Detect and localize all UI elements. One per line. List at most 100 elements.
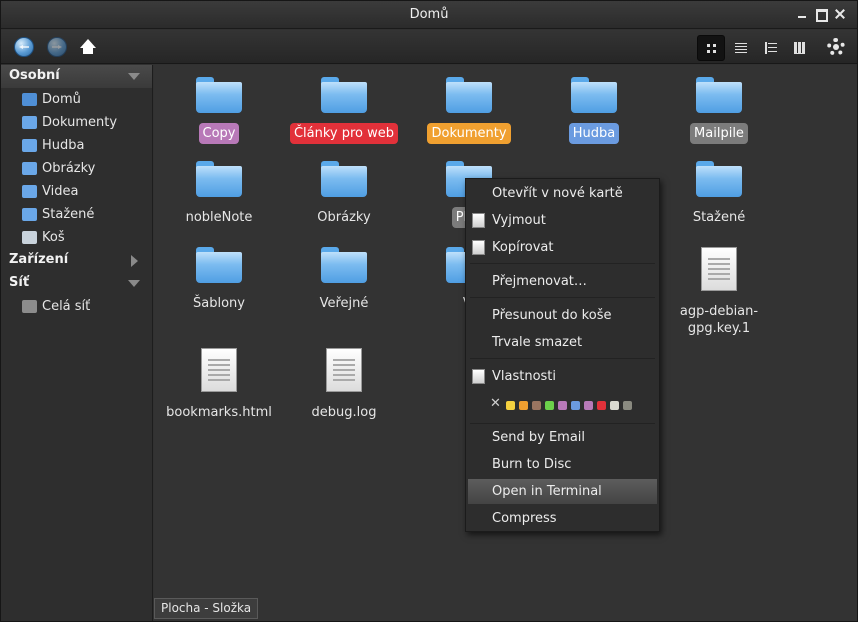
list-view-button[interactable] — [727, 35, 755, 61]
personal-item[interactable]: Hudba — [1, 134, 152, 157]
section-network-label: Síť — [9, 275, 30, 290]
folder-icon — [321, 77, 367, 113]
menu-separator — [470, 297, 655, 298]
file-item[interactable]: bookmarks.html — [161, 348, 277, 423]
color-swatch[interactable] — [558, 401, 567, 410]
column-view-button[interactable] — [787, 35, 815, 61]
folder-item[interactable]: Dokumenty — [411, 77, 527, 144]
section-devices-label: Zařízení — [9, 252, 69, 267]
personal-item[interactable]: Obrázky — [1, 157, 152, 180]
file-name-label: agp-debian-gpg.key.1 — [676, 301, 762, 339]
folder-icon — [321, 247, 367, 283]
folder-item[interactable]: Šablony — [161, 247, 277, 314]
menu-send-by-email[interactable]: Send by Email — [466, 425, 659, 450]
color-swatch[interactable] — [545, 401, 554, 410]
menu-compress[interactable]: Compress — [466, 506, 659, 531]
folder-item[interactable]: nobleNote — [161, 161, 277, 228]
document-icon — [201, 348, 237, 392]
folder-icon — [196, 247, 242, 283]
personal-item[interactable]: Videa — [1, 180, 152, 203]
documents-icon — [22, 116, 37, 129]
file-name-label: Dokumenty — [427, 123, 511, 144]
file-name-label: Články pro web — [289, 123, 399, 144]
folder-item[interactable]: Copy — [161, 77, 277, 144]
network-item[interactable]: Celá síť — [1, 295, 152, 318]
color-swatch[interactable] — [519, 401, 528, 410]
folder-item[interactable]: Obrázky — [286, 161, 402, 228]
file-name-line: agp-debian- — [679, 304, 759, 319]
network-item-label: Celá síť — [42, 299, 91, 314]
cut-icon — [472, 213, 485, 228]
color-swatch[interactable] — [584, 401, 593, 410]
forward-icon[interactable] — [47, 37, 67, 57]
folder-item[interactable]: Mailpile — [661, 77, 777, 144]
menu-move-to-trash[interactable]: Přesunout do koše — [466, 303, 659, 328]
network-icon — [22, 300, 37, 313]
personal-item-label: Videa — [42, 184, 79, 199]
menu-rename[interactable]: Přejmenovat… — [466, 269, 659, 294]
section-personal[interactable]: Osobní — [1, 65, 152, 88]
properties-icon — [472, 369, 485, 384]
icon-view-button[interactable] — [697, 35, 725, 61]
personal-item-label: Obrázky — [42, 161, 96, 176]
toolbar — [1, 30, 857, 64]
menu-properties-label: Vlastnosti — [492, 369, 557, 384]
file-name-label: Šablony — [193, 296, 245, 311]
menu-burn-to-disc[interactable]: Burn to Disc — [466, 452, 659, 477]
back-icon[interactable] — [14, 37, 34, 57]
color-swatch[interactable] — [610, 401, 619, 410]
section-devices[interactable]: Zařízení — [1, 249, 152, 272]
document-icon — [326, 348, 362, 392]
personal-item[interactable]: Domů — [1, 88, 152, 111]
pictures-icon — [22, 162, 37, 175]
window-title: Domů — [409, 7, 449, 22]
menu-open-in-terminal[interactable]: Open in Terminal — [468, 479, 657, 504]
menu-separator — [470, 423, 655, 424]
document-icon — [701, 247, 737, 291]
gear-icon[interactable] — [827, 38, 845, 56]
menu-separator — [470, 263, 655, 264]
personal-item-label: Hudba — [42, 138, 85, 153]
menu-cut[interactable]: Vyjmout — [466, 208, 659, 233]
file-name-label: nobleNote — [185, 210, 253, 225]
folder-item[interactable]: Hudba — [536, 77, 652, 144]
sidebar: Osobní Domů Dokumenty Hudba Obrázky Videa Sta… — [1, 65, 153, 621]
folder-item[interactable]: Články pro web — [286, 77, 402, 144]
menu-separator — [470, 358, 655, 359]
section-network[interactable]: Síť — [1, 272, 152, 295]
menu-open-new-tab[interactable]: Otevřít v nové kartě — [466, 181, 659, 206]
folder-icon — [321, 161, 367, 197]
menu-properties[interactable]: Vlastnosti — [466, 364, 659, 389]
personal-item-label: Stažené — [42, 207, 95, 222]
color-swatch[interactable] — [597, 401, 606, 410]
home-icon[interactable] — [78, 37, 98, 57]
chevron-down-icon — [128, 280, 140, 287]
file-name-label: Copy — [198, 123, 240, 144]
menu-copy[interactable]: Kopírovat — [466, 235, 659, 260]
maximize-button[interactable] — [815, 8, 828, 22]
chevron-right-icon — [131, 255, 138, 267]
folder-item[interactable]: Stažené — [661, 161, 777, 228]
section-personal-label: Osobní — [9, 68, 60, 83]
minimize-button[interactable] — [796, 8, 808, 20]
personal-item[interactable]: Stažené — [1, 203, 152, 226]
file-item[interactable]: agp-debian-gpg.key.1 — [661, 247, 777, 339]
tree-view-button[interactable] — [757, 35, 785, 61]
file-name-line: gpg.key.1 — [687, 321, 751, 336]
color-swatch[interactable] — [506, 401, 515, 410]
close-button[interactable] — [834, 8, 846, 20]
color-swatch[interactable] — [623, 401, 632, 410]
menu-cut-label: Vyjmout — [492, 213, 546, 228]
personal-item-label: Dokumenty — [42, 115, 118, 130]
menu-delete-permanently[interactable]: Trvale smazet — [466, 330, 659, 355]
color-swatch[interactable] — [571, 401, 580, 410]
clear-color-icon[interactable]: ✕ — [490, 396, 501, 411]
folder-item[interactable]: Veřejné — [286, 247, 402, 314]
personal-item[interactable]: Koš — [1, 226, 152, 249]
status-bar: Plocha - Složka — [154, 598, 259, 619]
personal-item-label: Domů — [42, 92, 81, 107]
color-swatch[interactable] — [532, 401, 541, 410]
personal-item[interactable]: Dokumenty — [1, 111, 152, 134]
file-item[interactable]: debug.log — [286, 348, 402, 423]
videos-icon — [22, 185, 37, 198]
